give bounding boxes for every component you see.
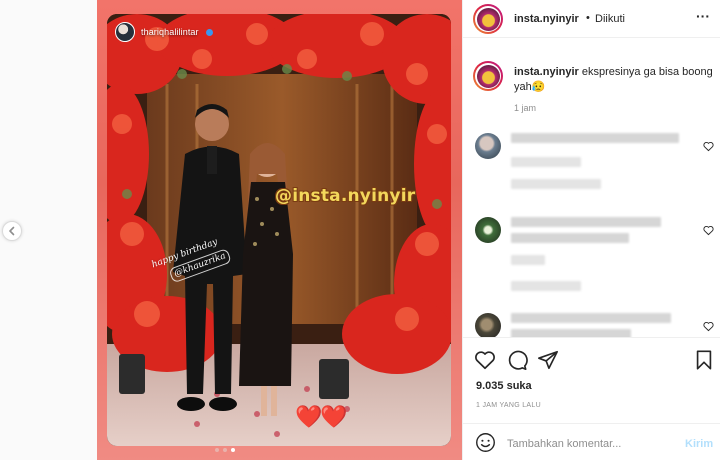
commenter-avatar[interactable]	[475, 217, 501, 243]
heart-icon[interactable]	[474, 349, 496, 371]
action-bar	[463, 337, 720, 383]
story-screenshot: thariqhalilintar happy birthday @khauzri…	[107, 14, 451, 446]
more-options-icon[interactable]: ···	[696, 9, 710, 23]
comment-composer: Kirim	[463, 423, 720, 460]
hearts-sticker: ❤️❤️	[295, 404, 348, 429]
carousel-indicator	[215, 448, 235, 452]
post-sidebar: insta.nyinyir • Diikuti ··· insta.nyinyi…	[462, 0, 720, 460]
carousel-dot	[223, 448, 227, 452]
comment-text-redacted	[511, 233, 629, 243]
likes-count[interactable]: 9.035 suka	[476, 380, 532, 392]
carousel-dot	[215, 448, 219, 452]
caption: insta.nyinyir ekspresinya ga bisa boong …	[514, 65, 714, 95]
comment-text-redacted	[511, 133, 679, 143]
post-comment-button[interactable]: Kirim	[685, 438, 713, 450]
post-timestamp[interactable]: 1 JAM YANG LALU	[476, 402, 541, 409]
like-comment-icon[interactable]	[703, 225, 714, 236]
bookmark-icon[interactable]	[693, 349, 715, 371]
comment-meta-redacted	[511, 157, 581, 167]
comment-replies-redacted	[511, 179, 601, 189]
comment-text-redacted	[511, 217, 661, 227]
following-button[interactable]: Diikuti	[595, 13, 625, 25]
comment-meta-redacted	[511, 255, 545, 265]
chevron-left-icon	[9, 226, 15, 236]
comments-list[interactable]: insta.nyinyir ekspresinya ga bisa boong …	[463, 39, 720, 337]
author-avatar[interactable]	[473, 4, 503, 34]
comment-text-redacted	[511, 329, 631, 337]
commenter-avatar[interactable]	[475, 313, 501, 337]
comment-text-redacted	[511, 313, 671, 323]
author-username[interactable]: insta.nyinyir	[514, 13, 579, 25]
comment-replies-redacted	[511, 281, 581, 291]
caption-username[interactable]: insta.nyinyir	[514, 66, 579, 78]
story-avatar	[115, 22, 135, 42]
post-media[interactable]: thariqhalilintar happy birthday @khauzri…	[97, 0, 462, 460]
carousel-dot-active	[231, 448, 235, 452]
emoji-icon[interactable]	[475, 432, 496, 453]
commenter-avatar[interactable]	[475, 133, 501, 159]
watermark-text: @insta.nyinyir	[275, 186, 416, 206]
like-comment-icon[interactable]	[703, 141, 714, 152]
comment-input[interactable]	[507, 438, 677, 450]
caption-avatar[interactable]	[473, 61, 503, 91]
header-separator: •	[586, 12, 590, 24]
story-user: thariqhalilintar	[115, 22, 213, 42]
post-header: insta.nyinyir • Diikuti ···	[463, 0, 720, 38]
story-handle: thariqhalilintar	[141, 27, 199, 37]
verified-icon	[205, 28, 213, 36]
share-icon[interactable]	[537, 349, 559, 371]
instagram-post-view: thariqhalilintar happy birthday @khauzri…	[0, 0, 720, 460]
event-photo	[107, 14, 451, 446]
like-comment-icon[interactable]	[703, 321, 714, 332]
carousel-prev-button[interactable]	[2, 221, 22, 241]
caption-timestamp: 1 jam	[514, 103, 537, 113]
comment-icon[interactable]	[506, 349, 528, 371]
